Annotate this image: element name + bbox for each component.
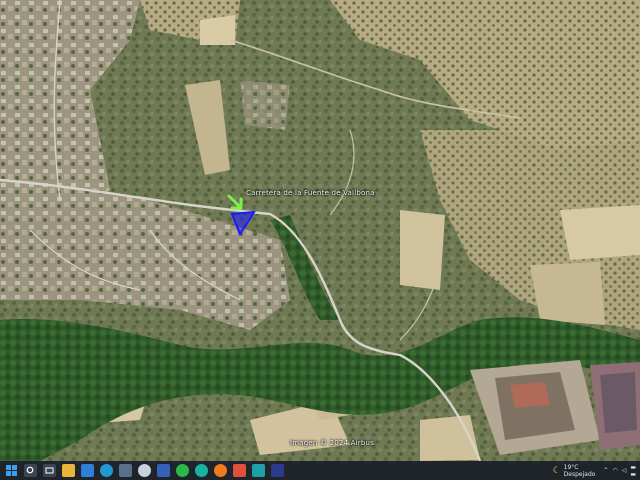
volume-icon[interactable]: ◁ xyxy=(622,467,627,474)
taskbar-apps xyxy=(0,464,287,477)
photos-icon[interactable] xyxy=(81,464,94,477)
location-pin-icon[interactable] xyxy=(226,193,248,215)
tray-icons: ⌃ ◠ ◁ xyxy=(603,467,626,474)
wifi-icon[interactable]: ◠ xyxy=(612,467,617,474)
weather-condition: Despejado xyxy=(563,470,596,478)
whatsapp-icon[interactable] xyxy=(176,464,189,477)
edge-dev-icon[interactable] xyxy=(195,464,208,477)
clock-time: ▬ xyxy=(630,463,636,471)
system-tray: ☾ 19°C Despejado ⌃ ◠ ◁ ▬ ▬ xyxy=(553,461,640,480)
save-icon[interactable] xyxy=(157,464,170,477)
clock-date: ▬ xyxy=(630,470,636,478)
chevron-up-icon[interactable]: ⌃ xyxy=(603,467,608,474)
clock[interactable]: ▬ ▬ xyxy=(630,464,636,478)
imagery-copyright: Imagen © 2024 Airbus xyxy=(290,439,374,447)
powerpoint-icon[interactable] xyxy=(233,464,246,477)
taskbar: ☾ 19°C Despejado ⌃ ◠ ◁ ▬ ▬ xyxy=(0,461,640,480)
satellite-map[interactable]: Carretera de la Fuente de Vallbona Image… xyxy=(0,0,640,461)
file-explorer-icon[interactable] xyxy=(62,464,75,477)
moon-icon: ☾ xyxy=(552,465,561,476)
road-label: Carretera de la Fuente de Vallbona xyxy=(246,189,375,197)
paint-icon[interactable] xyxy=(271,464,284,477)
edge-icon[interactable] xyxy=(100,464,113,477)
store-icon[interactable] xyxy=(119,464,132,477)
weather-widget[interactable]: ☾ 19°C Despejado xyxy=(553,464,596,478)
weather-temp: 19°C xyxy=(563,463,579,471)
task-view-icon[interactable] xyxy=(43,464,56,477)
search-icon[interactable] xyxy=(24,464,37,477)
sway-icon[interactable] xyxy=(252,464,265,477)
start-icon[interactable] xyxy=(5,464,18,477)
satellite-imagery xyxy=(0,0,640,461)
firefox-icon[interactable] xyxy=(214,464,227,477)
media-icon[interactable] xyxy=(138,464,151,477)
